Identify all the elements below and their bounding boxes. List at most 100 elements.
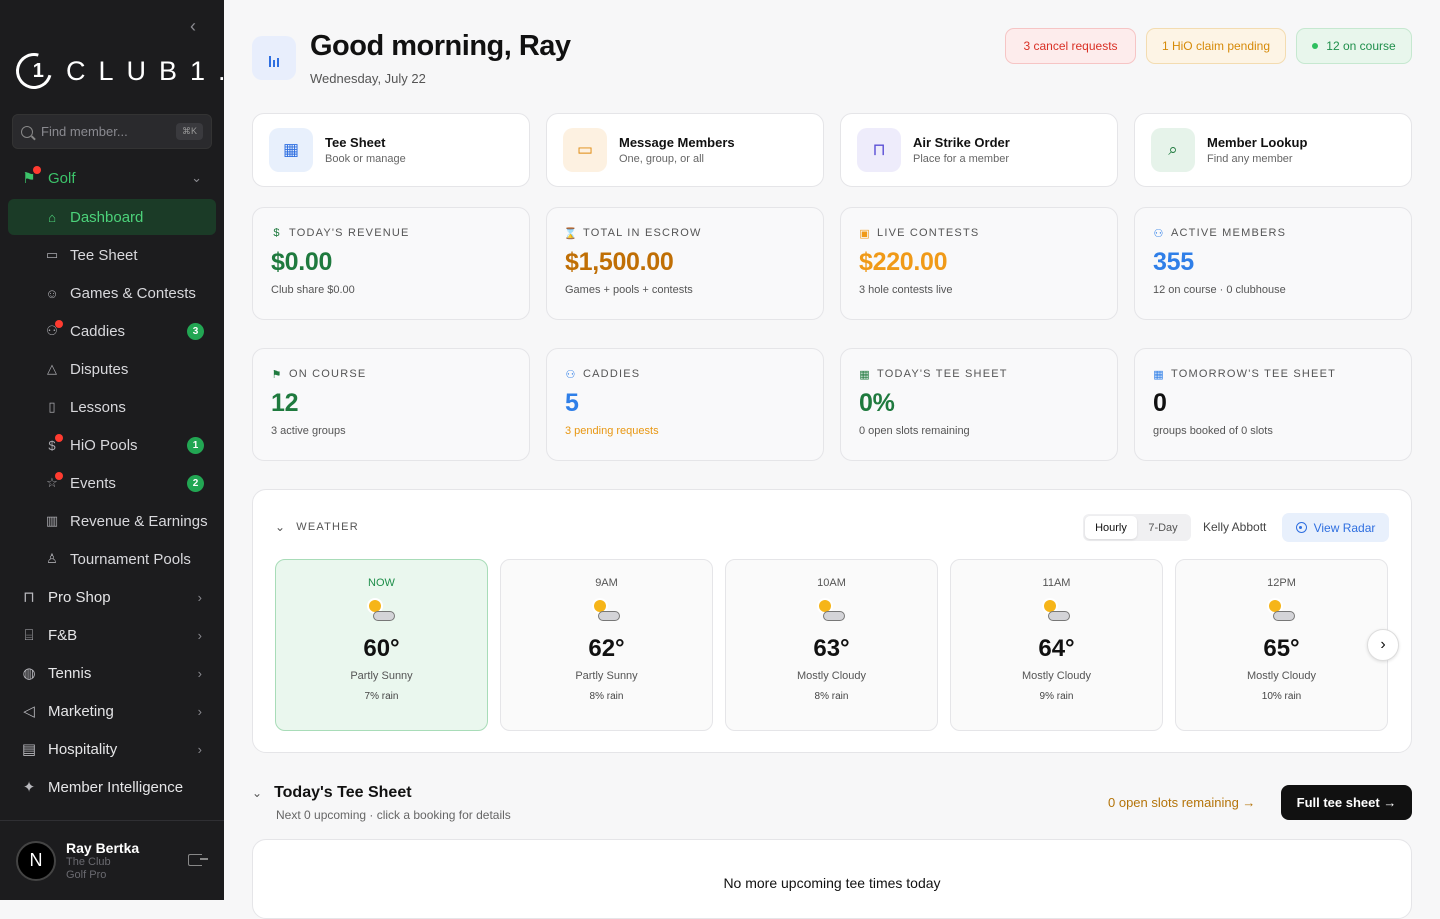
nav-item-lessons[interactable]: ▯ Lessons <box>8 389 216 425</box>
logo-mark: 1 <box>32 59 44 82</box>
weather-hour-card: 9AM 62° Partly Sunny 8% rain <box>500 559 713 731</box>
quick-action-sub: One, group, or all <box>619 153 704 165</box>
flag-icon: ⚑ <box>20 166 41 187</box>
stat-caddies[interactable]: ⚇ CADDIES 5 3 pending requests <box>546 348 824 461</box>
tab-hourly[interactable]: Hourly <box>1085 516 1137 539</box>
quick-action-air-strike-order[interactable]: ⊓ Air Strike Order Place for a member <box>840 113 1118 187</box>
tee-sheet-header[interactable]: ⌄ Today's Tee Sheet <box>252 784 412 802</box>
count-badge: 3 <box>187 322 204 340</box>
user-profile[interactable]: N Ray Bertka The Club Golf Pro <box>0 820 224 900</box>
stat-value: $1,500.00 <box>565 248 674 276</box>
count-badge: 2 <box>187 474 204 492</box>
nav-item-tee-sheet[interactable]: ▭ Tee Sheet <box>8 237 216 273</box>
cancel-requests-pill[interactable]: 3 cancel requests <box>1005 28 1136 64</box>
stat-sub: groups booked of 0 slots <box>1153 425 1273 437</box>
notification-dot <box>55 320 63 328</box>
weather-hour-card: 11AM 64° Mostly Cloudy 9% rain <box>950 559 1163 731</box>
tee-sheet-subtitle: Next 0 upcoming · click a booking for de… <box>276 808 511 822</box>
nav-item-events[interactable]: ☆ Events 2 <box>8 465 216 501</box>
nav-group-member-intelligence[interactable]: ✦ Member Intelligence <box>8 769 216 805</box>
nav-item-label: Tournament Pools <box>70 550 191 568</box>
open-slots-link[interactable]: 0 open slots remaining → <box>1108 795 1255 810</box>
quick-action-message-members[interactable]: ▭ Message Members One, group, or all <box>546 113 824 187</box>
collapse-sidebar-icon[interactable]: ‹ <box>190 17 206 35</box>
quick-action-sub: Book or manage <box>325 153 406 165</box>
nav-item-tournament-pools[interactable]: ♙ Tournament Pools <box>8 541 216 577</box>
hour-time: 9AM <box>595 577 618 589</box>
stat-tomorrows-tee-sheet[interactable]: ▦ TOMORROW'S TEE SHEET 0 groups booked of… <box>1134 348 1412 461</box>
quick-action-sub: Place for a member <box>913 153 1009 165</box>
quick-action-tee-sheet[interactable]: ▦ Tee Sheet Book or manage <box>252 113 530 187</box>
hour-time: 12PM <box>1267 577 1296 589</box>
search-shortcut: ⌘K <box>175 123 203 140</box>
tab-7-day[interactable]: 7-Day <box>1137 516 1189 539</box>
stat-total-in-escrow[interactable]: ⌛ TOTAL IN ESCROW $1,500.00 Games + pools… <box>546 207 824 320</box>
mostly-cloudy-icon <box>1042 598 1072 628</box>
dollar-icon: $ <box>273 227 281 239</box>
sidebar: ‹ 1 CLUB1. ⌘K ⚑ Golf ⌄ ⌂Dashboard ▭Tee S… <box>0 0 226 900</box>
quick-action-sub: Find any member <box>1207 153 1293 165</box>
quick-action-member-lookup[interactable]: ⌕ Member Lookup Find any member <box>1134 113 1412 187</box>
nav-group-label: Marketing <box>48 702 114 720</box>
stat-label: LIVE CONTESTS <box>877 227 980 239</box>
smile-icon: ☺ <box>45 285 59 301</box>
stat-todays-revenue[interactable]: $ TODAY'S REVENUE $0.00 Club share $0.00 <box>252 207 530 320</box>
stat-live-contests[interactable]: ▣ LIVE CONTESTS $220.00 3 hole contests l… <box>840 207 1118 320</box>
hour-time: 10AM <box>817 577 846 589</box>
warning-icon: △ <box>47 361 57 376</box>
nav-item-revenue-earnings[interactable]: ▥ Revenue & Earnings <box>8 503 216 539</box>
logo-text: CLUB1. <box>66 55 239 86</box>
hour-rain: 9% rain <box>1039 691 1074 702</box>
weather-hour-card: NOW 60° Partly Sunny 7% rain <box>275 559 488 731</box>
calendar-icon: ▦ <box>859 368 871 381</box>
weather-hour-card: 12PM 65° Mostly Cloudy 10% rain <box>1175 559 1388 731</box>
nav-item-label: Tee Sheet <box>70 246 138 264</box>
chevron-right-icon: › <box>197 741 202 757</box>
stat-label: ON COURSE <box>289 368 367 380</box>
stat-active-members[interactable]: ⚇ ACTIVE MEMBERS 355 12 on course · 0 clu… <box>1134 207 1412 320</box>
dashboard-chart-icon <box>252 36 296 80</box>
nav-group-tennis[interactable]: ◍ Tennis › <box>8 655 216 691</box>
nav-item-games-contests[interactable]: ☺ Games & Contests <box>8 275 216 311</box>
on-course-pill[interactable]: 12 on course <box>1296 28 1412 64</box>
notification-dot <box>55 434 63 442</box>
mostly-cloudy-icon <box>1267 598 1297 628</box>
nav-item-hio-pools[interactable]: $ HiO Pools 1 <box>8 427 216 463</box>
sparkle-icon: ✦ <box>22 779 36 796</box>
weather-next-button[interactable]: › <box>1367 629 1399 661</box>
full-tee-sheet-button[interactable]: Full tee sheet → <box>1281 785 1412 820</box>
member-search[interactable]: ⌘K <box>12 114 212 149</box>
nav-group-golf[interactable]: ⚑ Golf ⌄ <box>8 160 216 196</box>
stat-sub: Club share $0.00 <box>271 284 355 296</box>
hio-claim-pill[interactable]: 1 HiO claim pending <box>1146 28 1286 64</box>
stat-on-course[interactable]: ⚑ ON COURSE 12 3 active groups <box>252 348 530 461</box>
weather-title: WEATHER <box>296 521 359 533</box>
main-content: Good morning, Ray Wednesday, July 22 3 c… <box>224 0 1440 919</box>
stat-todays-tee-sheet[interactable]: ▦ TODAY'S TEE SHEET 0% 0 open slots remai… <box>840 348 1118 461</box>
shopping-bag-icon: ⊓ <box>23 589 35 606</box>
tee-sheet-card: No more upcoming tee times today <box>252 839 1412 919</box>
hour-temp: 60° <box>363 635 400 662</box>
stat-value: 12 <box>271 389 299 417</box>
nav-group-label: Tennis <box>48 664 92 682</box>
member-search-input[interactable] <box>41 124 176 139</box>
hour-condition: Mostly Cloudy <box>796 670 867 682</box>
nav-group-marketing[interactable]: ◁ Marketing › <box>8 693 216 729</box>
nav-item-disputes[interactable]: △ Disputes <box>8 351 216 387</box>
nav-group-pro-shop[interactable]: ⊓ Pro Shop › <box>8 579 216 615</box>
nav-item-dashboard[interactable]: ⌂ Dashboard <box>8 199 216 235</box>
club1-logo: 1 CLUB1. <box>9 46 239 96</box>
nav-group-fnb[interactable]: ⌸ F&B › <box>8 617 216 653</box>
calendar-icon: ▦ <box>269 128 313 172</box>
nav-item-label: Dashboard <box>70 208 144 226</box>
nav-group-hospitality[interactable]: ▤ Hospitality › <box>8 731 216 767</box>
nav-item-caddies[interactable]: ⚇ Caddies 3 <box>8 313 216 349</box>
stat-sub: Games + pools + contests <box>565 284 693 296</box>
on-course-label: 12 on course <box>1326 39 1396 53</box>
weather-header[interactable]: ⌄ WEATHER <box>275 520 359 534</box>
dollar-coin-icon: $ <box>44 434 63 453</box>
view-radar-button[interactable]: View Radar <box>1282 513 1389 542</box>
nav-group-label: Golf <box>48 169 76 187</box>
nav-item-label: Events <box>70 474 116 492</box>
logout-icon[interactable] <box>188 854 208 866</box>
